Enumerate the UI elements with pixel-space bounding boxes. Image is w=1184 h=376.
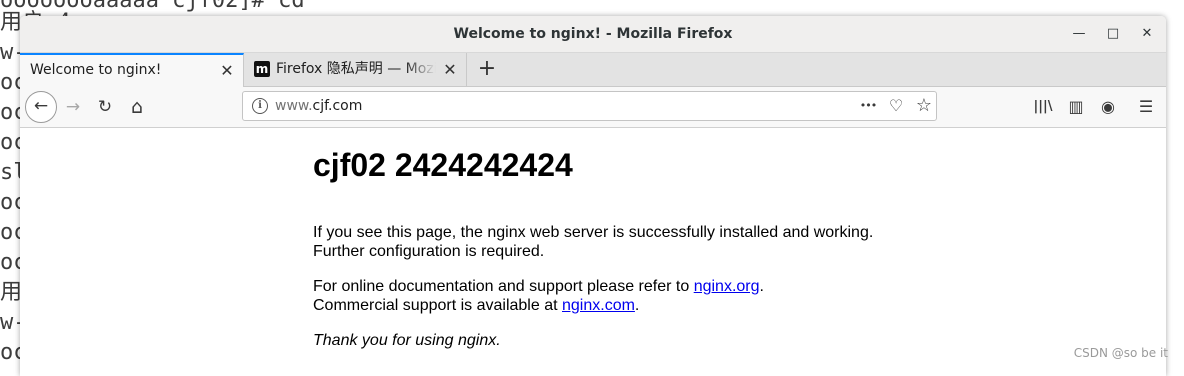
mozilla-favicon-icon: m bbox=[254, 61, 270, 77]
csdn-watermark: CSDN @so be it bbox=[1073, 346, 1168, 360]
site-info-icon[interactable]: i bbox=[252, 98, 268, 114]
maximize-button[interactable]: □ bbox=[1101, 22, 1125, 46]
home-button[interactable]: ⌂ bbox=[121, 91, 153, 123]
tab-firefox-privacy[interactable]: m Firefox 隐私声明 — Mozilla ✕ bbox=[244, 53, 467, 86]
page-actions-icon[interactable]: ••• bbox=[857, 95, 879, 117]
pocket-icon[interactable]: ♡ bbox=[885, 95, 907, 117]
tab-label: Welcome to nginx! bbox=[30, 62, 162, 78]
page-content: cjf02 2424242424 If you see this page, t… bbox=[20, 128, 1166, 376]
back-button[interactable]: ← bbox=[25, 91, 57, 123]
tab-welcome-nginx[interactable]: Welcome to nginx! ✕ bbox=[20, 53, 244, 87]
firefox-window: Welcome to nginx! - Mozilla Firefox — □ … bbox=[20, 16, 1166, 376]
nginx-org-link[interactable]: nginx.org bbox=[694, 278, 760, 295]
close-tab-icon[interactable]: ✕ bbox=[442, 53, 458, 86]
tab-strip: Welcome to nginx! ✕ m Firefox 隐私声明 — Moz… bbox=[20, 53, 1166, 87]
page-heading: cjf02 2424242424 bbox=[313, 147, 573, 183]
window-title: Welcome to nginx! - Mozilla Firefox bbox=[453, 26, 733, 42]
support-line: Commercial support is available at nginx… bbox=[313, 296, 639, 315]
terminal-line: 用 bbox=[0, 280, 23, 305]
sidebar-icon[interactable]: ▥ bbox=[1063, 91, 1089, 123]
thank-you-text: Thank you for using nginx. bbox=[313, 332, 501, 349]
url-domain: cjf.com bbox=[312, 98, 363, 114]
docs-period: . bbox=[759, 278, 764, 295]
nginx-com-link[interactable]: nginx.com bbox=[562, 297, 635, 314]
docs-text: For online documentation and support ple… bbox=[313, 278, 694, 295]
account-icon[interactable]: ◉ bbox=[1095, 91, 1121, 123]
reload-button[interactable]: ↻ bbox=[89, 91, 121, 123]
minimize-button[interactable]: — bbox=[1067, 22, 1091, 46]
new-tab-button[interactable]: + bbox=[476, 53, 498, 86]
support-text: Commercial support is available at bbox=[313, 297, 562, 314]
url-text[interactable]: www.cjf.com bbox=[275, 92, 362, 120]
menu-icon[interactable]: ☰ bbox=[1133, 91, 1159, 123]
close-window-button[interactable]: ✕ bbox=[1135, 22, 1159, 46]
intro-line-1: If you see this page, the nginx web serv… bbox=[313, 224, 874, 241]
url-bar[interactable]: i www.cjf.com ••• ♡ ☆ bbox=[242, 91, 937, 121]
intro-line-2: Further configuration is required. bbox=[313, 243, 545, 260]
navigation-toolbar: ← → ↻ ⌂ i www.cjf.com ••• ♡ ☆ |||\ ▥ ◉ ☰ bbox=[20, 87, 1166, 128]
bookmark-star-icon[interactable]: ☆ bbox=[913, 95, 935, 117]
tab-label: Firefox 隐私声明 — Mozilla bbox=[276, 61, 436, 77]
docs-line: For online documentation and support ple… bbox=[313, 277, 764, 296]
forward-button[interactable]: → bbox=[57, 91, 89, 123]
close-tab-icon[interactable]: ✕ bbox=[219, 55, 235, 86]
title-bar[interactable]: Welcome to nginx! - Mozilla Firefox — □ … bbox=[20, 16, 1166, 53]
support-period: . bbox=[634, 297, 640, 314]
library-icon[interactable]: |||\ bbox=[1030, 91, 1056, 123]
url-prefix: www. bbox=[275, 98, 313, 114]
